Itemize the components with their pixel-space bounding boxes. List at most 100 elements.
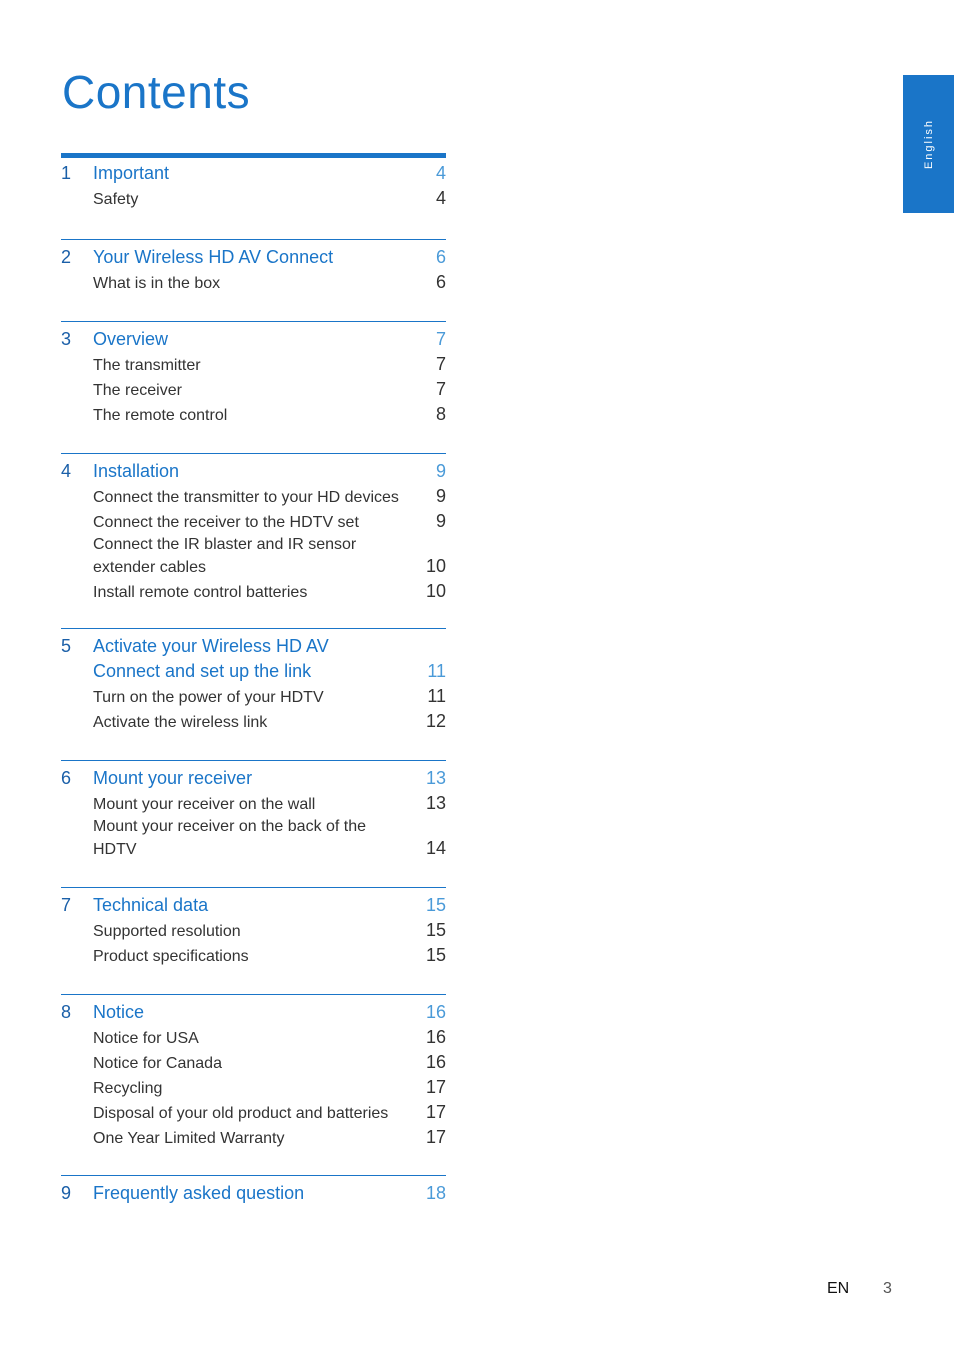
toc-section: 6 Mount your receiver 13 Mount your receive…	[61, 760, 446, 858]
section-divider	[61, 1175, 446, 1176]
section-number: 5	[61, 636, 72, 656]
toc-heading-row[interactable]: 2 Your Wireless HD AV Connect 6	[61, 247, 446, 268]
entry-title[interactable]: Disposal of your old product and batteri…	[61, 1105, 406, 1123]
section-title[interactable]: Technical data	[93, 895, 406, 916]
entry-title[interactable]: Turn on the power of your HDTV	[61, 689, 406, 707]
entry-page-number: 14	[425, 838, 446, 858]
toc-heading-row[interactable]: 8 Notice 16	[61, 1002, 446, 1023]
toc-section: 4 Installation 9 Connect the transmitter to…	[61, 453, 446, 601]
entry-title[interactable]: Connect the receiver to the HDTV set	[61, 514, 406, 532]
section-number: 2	[61, 247, 72, 267]
toc-entry-row[interactable]: Notice for USA 16	[61, 1027, 446, 1048]
entry-page-number: 4	[435, 188, 446, 208]
toc-entry-row[interactable]: The transmitter 7	[61, 354, 446, 375]
section-title[interactable]: Important	[93, 163, 406, 184]
section-title[interactable]: Activate your Wireless HD AV	[93, 636, 406, 657]
entry-title[interactable]: Install remote control batteries	[61, 584, 406, 602]
toc-entry-row[interactable]: Recycling 17	[61, 1077, 446, 1098]
toc-entry-row[interactable]: One Year Limited Warranty 17	[61, 1127, 446, 1148]
toc-entry-row[interactable]: Connect the receiver to the HDTV set 9	[61, 511, 446, 532]
entry-page-number: 9	[435, 486, 446, 506]
entry-title[interactable]: Recycling	[61, 1080, 406, 1098]
entry-title[interactable]: The remote control	[61, 407, 406, 425]
section-title[interactable]: Mount your receiver	[93, 768, 406, 789]
toc-entry-row[interactable]: Mount your receiver on the back of the	[61, 818, 446, 836]
entry-page-number: 15	[425, 920, 446, 940]
page-title: Contents	[62, 66, 251, 118]
entry-title[interactable]: The receiver	[61, 382, 406, 400]
section-title[interactable]: Notice	[93, 1002, 406, 1023]
toc-entry-row[interactable]: Install remote control batteries 10	[61, 581, 446, 602]
section-title[interactable]: Your Wireless HD AV Connect	[93, 247, 406, 268]
toc-entry-row[interactable]: Connect the transmitter to your HD devic…	[61, 486, 446, 507]
entry-page-number: 17	[425, 1077, 446, 1097]
entry-title[interactable]: One Year Limited Warranty	[61, 1130, 406, 1148]
toc-heading-row[interactable]: 5 Activate your Wireless HD AV	[61, 636, 446, 657]
section-title[interactable]: Overview	[93, 329, 406, 350]
entry-page-number: 17	[425, 1127, 446, 1147]
toc-entry-row[interactable]: Product specifications 15	[61, 945, 446, 966]
entry-page-number: 7	[435, 354, 446, 374]
entry-title[interactable]: What is in the box	[61, 275, 406, 293]
section-title[interactable]: Frequently asked question	[93, 1183, 406, 1204]
entry-title[interactable]: extender cables	[61, 559, 406, 577]
entry-title[interactable]: Mount your receiver on the back of the	[61, 818, 406, 836]
section-divider	[61, 760, 446, 761]
toc-section: 2 Your Wireless HD AV Connect 6 What is in …	[61, 239, 446, 292]
entry-page-number: 7	[435, 379, 446, 399]
toc-heading-row[interactable]: 1 Important 4	[61, 163, 446, 184]
toc-heading-row[interactable]: 7 Technical data 15	[61, 895, 446, 916]
section-number: 3	[61, 329, 72, 349]
toc-entry-row[interactable]: Connect the IR blaster and IR sensor	[61, 536, 446, 554]
entry-title[interactable]: Activate the wireless link	[61, 714, 406, 732]
section-page-number: 4	[435, 163, 446, 183]
toc-entry-row[interactable]: extender cables 10	[61, 556, 446, 577]
toc-entry-row[interactable]: Disposal of your old product and batteri…	[61, 1102, 446, 1123]
section-number: 4	[61, 461, 72, 481]
entry-page-number: 6	[435, 272, 446, 292]
entry-title[interactable]: HDTV	[61, 841, 406, 859]
entry-title[interactable]: Product specifications	[61, 948, 406, 966]
toc-heading-row[interactable]: Connect and set up the link 11	[61, 661, 446, 682]
entry-title[interactable]: Safety	[61, 191, 406, 209]
toc-entry-row[interactable]: Activate the wireless link 12	[61, 711, 446, 732]
section-page-number: 11	[427, 661, 446, 681]
toc-heading-row[interactable]: 9 Frequently asked question 18	[61, 1183, 446, 1204]
toc-entry-row[interactable]: The receiver 7	[61, 379, 446, 400]
section-page-number: 16	[425, 1002, 446, 1022]
entry-title[interactable]: Connect the transmitter to your HD devic…	[61, 489, 406, 507]
toc-heading-row[interactable]: 3 Overview 7	[61, 329, 446, 350]
section-page-number: 7	[435, 329, 446, 349]
toc-entry-row[interactable]: Mount your receiver on the wall 13	[61, 793, 446, 814]
section-number: 9	[61, 1183, 72, 1203]
footer-language: EN	[827, 1280, 850, 1297]
language-tab: English	[903, 75, 954, 213]
section-title[interactable]: Installation	[93, 461, 406, 482]
entry-page-number: 11	[427, 686, 446, 706]
entry-page-number: 15	[425, 945, 446, 965]
toc-heading-row[interactable]: 4 Installation 9	[61, 461, 446, 482]
toc-entry-row[interactable]: Turn on the power of your HDTV 11	[61, 686, 446, 707]
entry-title[interactable]: Notice for USA	[61, 1030, 406, 1048]
toc-heading-row[interactable]: 6 Mount your receiver 13	[61, 768, 446, 789]
entry-page-number: 16	[425, 1027, 446, 1047]
entry-title[interactable]: Mount your receiver on the wall	[61, 796, 406, 814]
toc-entry-row[interactable]: Supported resolution 15	[61, 920, 446, 941]
toc-entry-row[interactable]: Notice for Canada 16	[61, 1052, 446, 1073]
entry-title[interactable]: The transmitter	[61, 357, 406, 375]
toc-section: 8 Notice 16 Notice for USA 16 Notice for Cana…	[61, 994, 446, 1147]
section-page-number: 13	[425, 768, 446, 788]
entry-title[interactable]: Connect the IR blaster and IR sensor	[61, 536, 406, 554]
toc-entry-row[interactable]: What is in the box 6	[61, 272, 446, 293]
toc-entry-row[interactable]: Safety 4	[61, 188, 446, 209]
toc-entry-row[interactable]: The remote control 8	[61, 404, 446, 425]
entry-title[interactable]: Notice for Canada	[61, 1055, 406, 1073]
toc-section: 9 Frequently asked question 18	[61, 1175, 446, 1203]
section-title[interactable]: Connect and set up the link	[93, 661, 406, 682]
toc-entry-row[interactable]: HDTV 14	[61, 838, 446, 859]
entry-title[interactable]: Supported resolution	[61, 923, 406, 941]
section-divider	[61, 994, 446, 995]
section-number: 6	[61, 768, 72, 788]
section-divider	[61, 628, 446, 629]
toc-section: 3 Overview 7 The transmitter 7 The receiver 7 T…	[61, 321, 446, 424]
